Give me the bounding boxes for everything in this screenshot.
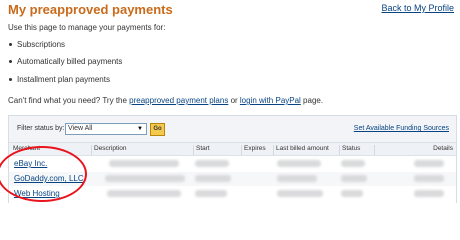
redacted-start	[195, 175, 231, 182]
column-header-start: Start	[193, 145, 210, 155]
status-filter-select[interactable]: View All ▼	[65, 123, 147, 135]
help-suffix: page.	[300, 96, 324, 105]
redacted-description	[107, 190, 181, 197]
help-prefix: Can't find what you need? Try the	[8, 96, 130, 105]
column-header-last-billed: Last billed amount	[273, 145, 329, 155]
redacted-start	[195, 160, 229, 167]
preapproved-plans-link[interactable]: preapproved payment plans	[129, 96, 228, 105]
redacted-status	[341, 175, 367, 182]
login-with-paypal-link[interactable]: login with PayPal	[240, 96, 301, 105]
list-item: Automatically billed payments	[8, 57, 122, 74]
filter-bar: Filter status by: View All ▼ Go Set Avai…	[9, 116, 456, 143]
redacted-details	[414, 160, 444, 167]
highlight-oval	[0, 146, 87, 202]
redacted-description	[105, 175, 185, 182]
column-header-expires: Expires	[241, 145, 266, 155]
redacted-amount	[277, 160, 321, 167]
redacted-status	[341, 190, 363, 197]
go-button[interactable]: Go	[150, 123, 165, 136]
redacted-description	[109, 160, 179, 167]
list-item: Installment plan payments	[8, 75, 122, 92]
back-to-profile-link[interactable]: Back to My Profile	[381, 3, 454, 13]
help-middle: or	[228, 96, 240, 105]
intro-text: Use this page to manage your payments fo…	[8, 23, 166, 32]
column-header-details: Details	[374, 145, 453, 155]
column-header-status: Status	[339, 145, 360, 155]
list-item: Subscriptions	[8, 40, 122, 57]
filter-label: Filter status by:	[17, 125, 65, 132]
status-filter-value: View All	[68, 125, 93, 132]
redacted-amount	[277, 175, 317, 182]
redacted-details	[414, 190, 444, 197]
dropdown-arrow-icon: ▼	[137, 126, 143, 132]
table-header: Merchant Description Start Expires Last …	[9, 143, 456, 156]
redacted-start	[195, 190, 227, 197]
help-text: Can't find what you need? Try the preapp…	[8, 96, 323, 105]
redacted-status	[341, 160, 365, 167]
redacted-details	[414, 175, 444, 182]
page-title: My preapproved payments	[8, 2, 173, 17]
payment-types-list: Subscriptions Automatically billed payme…	[8, 40, 122, 92]
column-header-description: Description	[91, 145, 127, 155]
set-funding-sources-link[interactable]: Set Available Funding Sources	[354, 125, 449, 132]
redacted-amount	[277, 190, 323, 197]
